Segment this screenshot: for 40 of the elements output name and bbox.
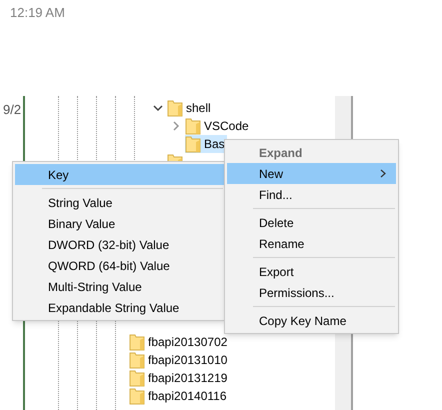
date-text: 9/2 (3, 101, 22, 119)
node-label: VSCode (204, 118, 249, 135)
folder-icon (185, 118, 201, 134)
chevron-down-icon[interactable] (152, 103, 162, 113)
node-label: fbapi20130702 (148, 334, 228, 351)
folder-icon (129, 352, 145, 368)
menu-item[interactable]: Rename (227, 233, 396, 254)
menu-item[interactable]: New (227, 163, 396, 184)
tree-node[interactable]: shell (167, 99, 213, 117)
tree-node[interactable]: fbapi20140116 (129, 387, 229, 405)
menu-item[interactable]: Key (15, 164, 224, 185)
node-label: Bas (204, 136, 225, 153)
folder-icon (129, 370, 145, 386)
folder-icon (129, 334, 145, 350)
node-label: fbapi20131219 (148, 370, 228, 387)
node-label: fbapi20131010 (148, 352, 228, 369)
menu-item[interactable]: DWORD (32-bit) Value (15, 234, 224, 255)
menu-item[interactable]: Expand (227, 142, 396, 163)
folder-icon (185, 136, 201, 152)
menu-item[interactable]: Binary Value (15, 213, 224, 234)
tree-node[interactable]: fbapi20131010 (129, 351, 230, 369)
tree-node[interactable]: fbapi20130702 (129, 333, 230, 351)
clock-time: 12:19 AM (10, 4, 65, 22)
menu-item[interactable]: Multi-String Value (15, 276, 224, 297)
node-label: shell (186, 100, 211, 117)
chevron-right-icon[interactable] (170, 121, 180, 131)
menu-item[interactable]: Find... (227, 184, 396, 205)
menu-item[interactable]: Permissions... (227, 282, 396, 303)
tree-node[interactable]: VSCode (185, 117, 251, 135)
tree-node[interactable]: Bas (185, 135, 227, 153)
menu-item[interactable]: QWORD (64-bit) Value (15, 255, 224, 276)
menu-item[interactable]: Expandable String Value (15, 297, 224, 318)
menu-item[interactable]: Copy Key Name (227, 310, 396, 331)
node-label: fbapi20140116 (148, 388, 227, 405)
menu-item[interactable]: String Value (15, 192, 224, 213)
folder-icon (167, 100, 183, 116)
menu-item[interactable]: Delete (227, 212, 396, 233)
folder-icon (129, 388, 145, 404)
tree-node[interactable]: fbapi20131219 (129, 369, 230, 387)
menu-item[interactable]: Export (227, 261, 396, 282)
